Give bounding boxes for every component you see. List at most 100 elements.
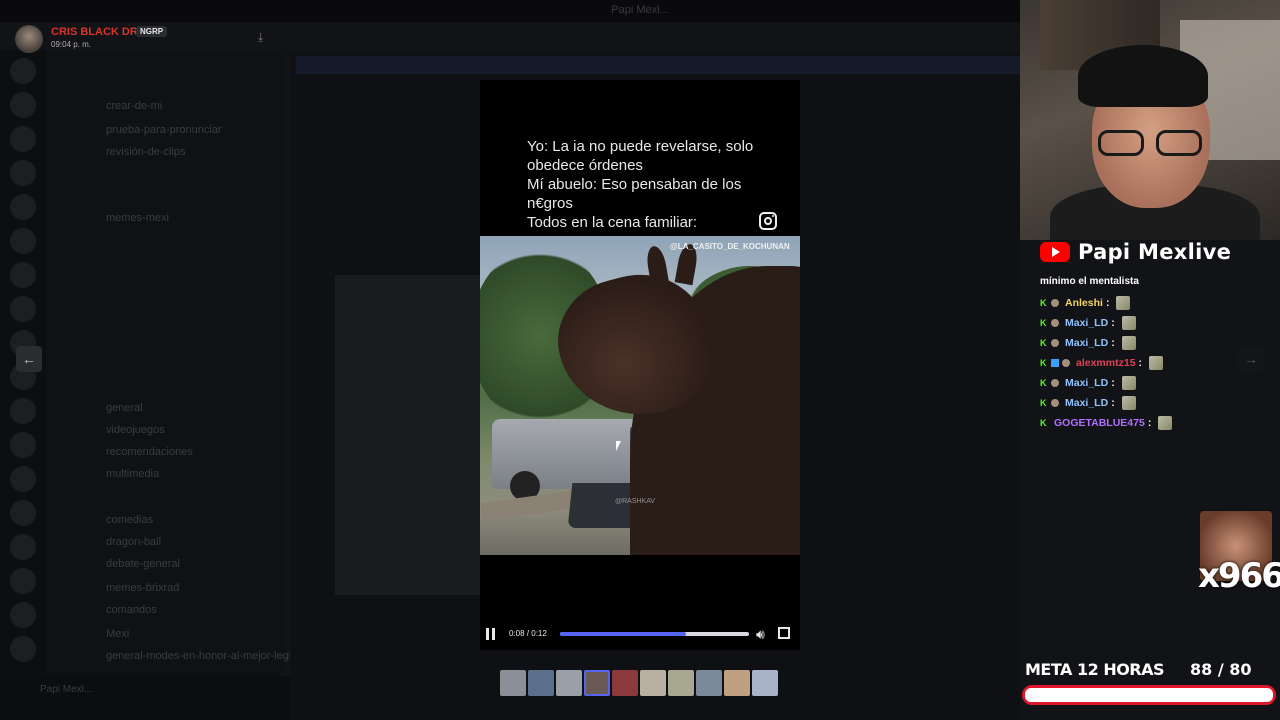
server-icon[interactable]: [10, 296, 36, 322]
channel-item[interactable]: memes-brixrad: [106, 582, 179, 594]
video-caption: Yo: La ia no puede revelarse, solo obede…: [527, 137, 787, 232]
caption-line: n€gros: [527, 195, 573, 212]
channel-item[interactable]: debate-general: [106, 558, 180, 570]
server-icon[interactable]: [10, 58, 36, 84]
mouse-cursor-icon: [616, 441, 621, 451]
user-name: Papi Mexl...: [40, 684, 93, 695]
server-icon[interactable]: [10, 432, 36, 458]
media-thumbnail[interactable]: [612, 670, 638, 696]
channel-item[interactable]: crear-de-mi: [106, 100, 162, 112]
chat-username[interactable]: Maxi_LD: [1065, 397, 1108, 409]
server-icon[interactable]: [10, 534, 36, 560]
download-icon[interactable]: ⤓: [258, 30, 272, 44]
goal-progress-bar: [1022, 685, 1276, 705]
channel-item[interactable]: comandos: [106, 604, 157, 616]
subscriber-badge-icon: [1051, 359, 1059, 367]
streamer-webcam: [1020, 0, 1280, 240]
media-thumbnail[interactable]: [696, 670, 722, 696]
server-icon[interactable]: [10, 126, 36, 152]
channel-header: [290, 28, 1020, 52]
media-thumbnail[interactable]: [500, 670, 526, 696]
previous-media-button[interactable]: ←: [16, 346, 42, 372]
youtube-icon: [1040, 242, 1070, 262]
user-badge-icon: [1051, 399, 1059, 407]
media-thumbnail[interactable]: [640, 670, 666, 696]
stream-chat: mínimo el mentalista K Anleshi : K Maxi_LD …: [1040, 276, 1280, 433]
kick-badge-icon: K: [1040, 357, 1047, 368]
chat-message: K Anleshi :: [1040, 293, 1280, 313]
chat-username[interactable]: Maxi_LD: [1065, 337, 1108, 349]
goal-progress-fill: [1025, 688, 1273, 702]
fullscreen-icon[interactable]: [778, 627, 790, 639]
media-thumbnail[interactable]: [556, 670, 582, 696]
chat-username[interactable]: Anleshi: [1065, 297, 1103, 309]
channel-item[interactable]: general: [106, 402, 143, 414]
server-icon[interactable]: [10, 466, 36, 492]
server-icon[interactable]: [10, 636, 36, 662]
user-badge-icon: [1062, 359, 1070, 367]
video-frame[interactable]: @LA_CASITO_DE_KOCHUNAN @RASHKAV: [480, 236, 800, 555]
server-tag-badge: NGRP: [136, 26, 168, 37]
channel-item[interactable]: comedias: [106, 514, 153, 526]
server-icon[interactable]: [10, 194, 36, 220]
channel-item[interactable]: multimedia: [106, 468, 159, 480]
server-list: [0, 50, 46, 720]
chat-separator: :: [1111, 337, 1115, 349]
reaction-count: x966: [1198, 556, 1280, 596]
media-thumbnails: [500, 670, 778, 696]
chat-username[interactable]: alexmmtz15: [1076, 357, 1136, 369]
author-name[interactable]: CRIS BLACK DR...: [51, 26, 147, 38]
caption-line: Yo: La ia no puede revelarse, solo: [527, 138, 754, 155]
chat-message: K Maxi_LD :: [1040, 313, 1280, 333]
pause-icon[interactable]: [486, 628, 496, 640]
instagram-icon: [759, 212, 777, 230]
media-thumbnail[interactable]: [668, 670, 694, 696]
chat-username[interactable]: Maxi_LD: [1065, 317, 1108, 329]
chat-emote-icon: [1116, 296, 1131, 310]
chat-username[interactable]: GOGETABLUE475: [1054, 417, 1145, 429]
goal-label: META 12 HORAS: [1025, 660, 1165, 679]
channel-item[interactable]: general-modes-en-honor-al-mejor-legit: [106, 650, 294, 662]
media-thumbnail[interactable]: [528, 670, 554, 696]
volume-icon[interactable]: 🔊︎: [756, 626, 765, 643]
caption-line: Mí abuelo: Eso pensaban de los: [527, 176, 742, 193]
server-icon[interactable]: [10, 500, 36, 526]
media-thumbnail[interactable]: [752, 670, 778, 696]
user-badge-icon: [1051, 379, 1059, 387]
notice-banner: [296, 56, 1020, 74]
kick-badge-icon: K: [1040, 337, 1047, 348]
chat-message: K GOGETABLUE475 :: [1040, 413, 1280, 433]
server-icon[interactable]: [10, 228, 36, 254]
channel-item[interactable]: dragon-ball: [106, 536, 161, 548]
server-icon[interactable]: [10, 92, 36, 118]
video-controls: 0:08 / 0:12 🔊︎: [480, 622, 800, 646]
server-icon[interactable]: [10, 398, 36, 424]
webcam-cap: [1078, 45, 1208, 107]
channel-item[interactable]: prueba-para-pronunciar: [106, 124, 222, 136]
goal-count: 88 / 80: [1190, 660, 1252, 679]
caption-line: Todos en la cena familiar:: [527, 214, 698, 231]
channel-item[interactable]: videojuegos: [106, 424, 165, 436]
channel-item[interactable]: memes-mexi: [106, 212, 169, 224]
chat-emote-icon: [1121, 396, 1136, 410]
video-progress-bar[interactable]: [560, 632, 749, 636]
server-icon[interactable]: [10, 568, 36, 594]
channel-item[interactable]: Mexi: [106, 628, 129, 640]
chat-message: K Maxi_LD :: [1040, 373, 1280, 393]
video-watermark: @LA_CASITO_DE_KOCHUNAN: [670, 242, 790, 251]
chat-message-text: mínimo el mentalista: [1040, 276, 1139, 287]
channel-name: Papi Mexlive: [1078, 240, 1232, 264]
channel-item[interactable]: recomendaciones: [106, 446, 193, 458]
server-icon[interactable]: [10, 262, 36, 288]
server-icon[interactable]: [10, 160, 36, 186]
media-thumbnail[interactable]: [584, 670, 610, 696]
chat-separator: :: [1105, 297, 1110, 309]
chat-emote-icon: [1158, 416, 1173, 430]
chat-separator: :: [1147, 417, 1152, 429]
chat-username[interactable]: Maxi_LD: [1065, 377, 1108, 389]
post-time: 09:04 p. m.: [51, 40, 92, 49]
media-thumbnail[interactable]: [724, 670, 750, 696]
server-icon[interactable]: [10, 602, 36, 628]
channel-item[interactable]: revisión-de-clips: [106, 146, 185, 158]
user-panel: Papi Mexl...: [0, 676, 290, 720]
